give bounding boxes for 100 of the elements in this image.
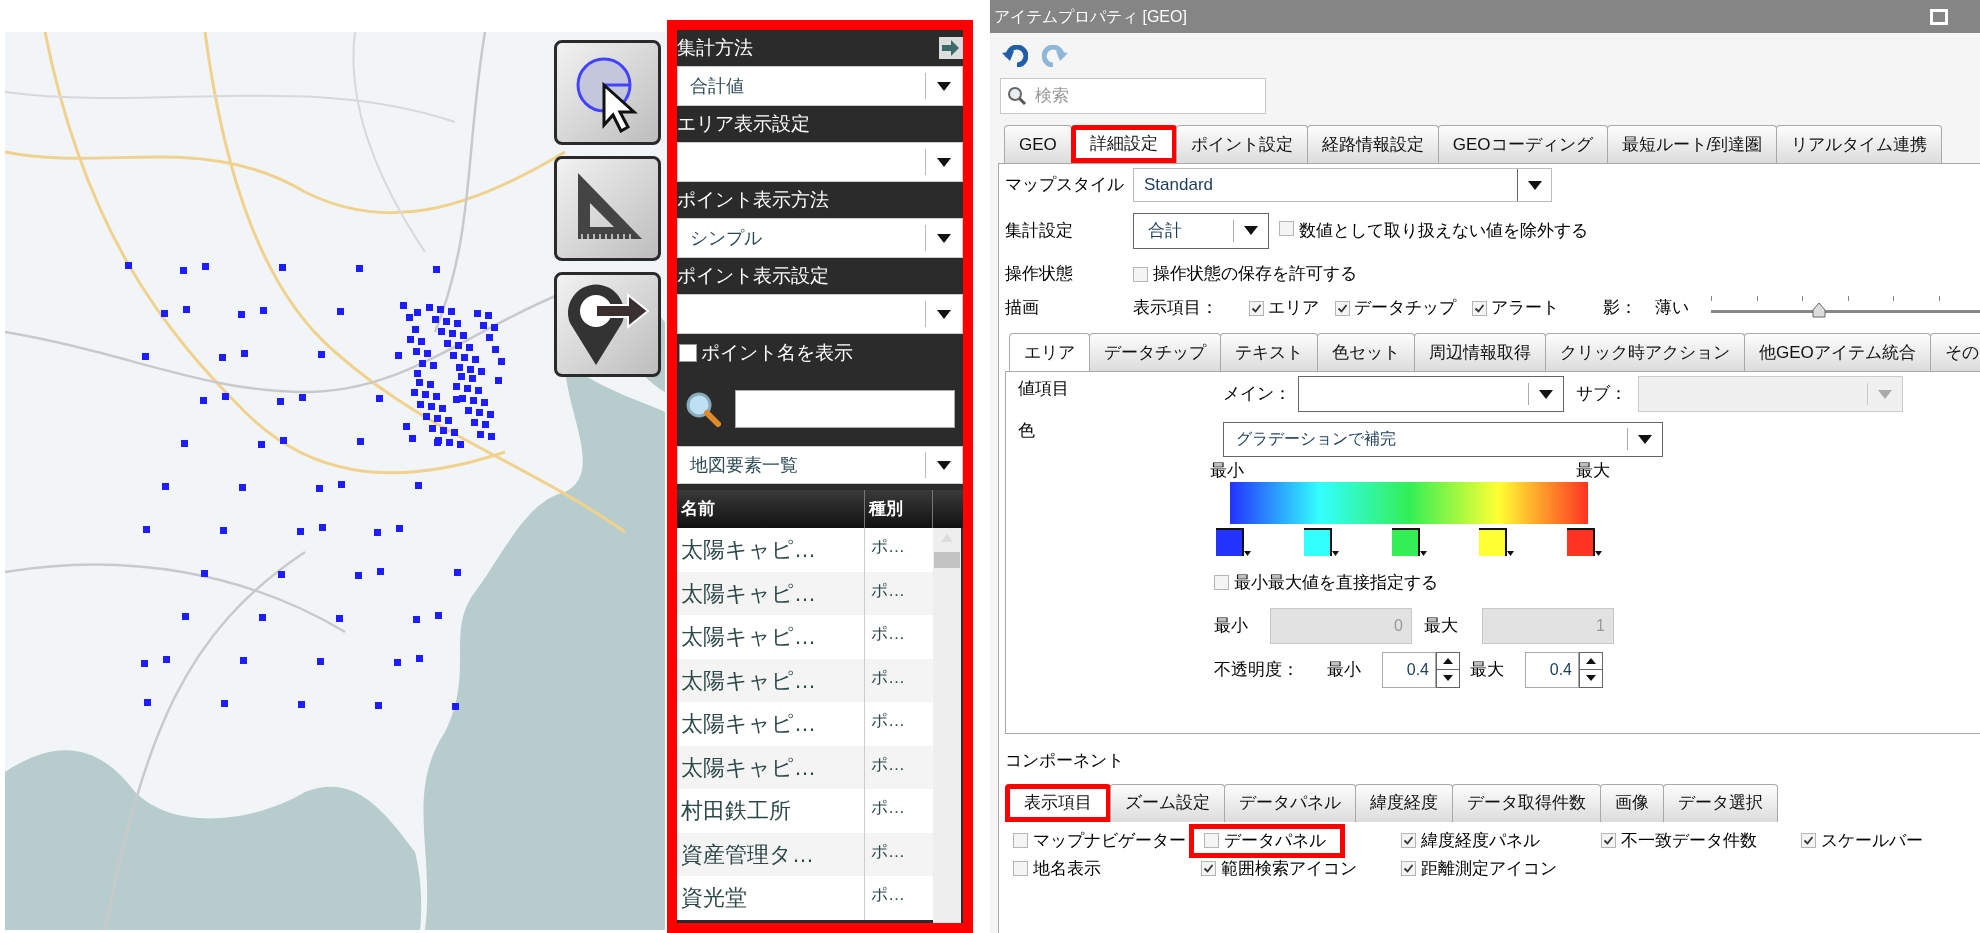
color-swatch[interactable]	[1479, 528, 1508, 556]
tab[interactable]: データ取得件数	[1452, 783, 1601, 822]
setting-label: 描画	[1005, 297, 1040, 320]
checkbox-label: マップナビゲーター	[1033, 829, 1186, 852]
number-field[interactable]: 0.4	[1525, 651, 1579, 688]
color-swatch[interactable]	[1567, 528, 1595, 556]
export-location-button[interactable]	[554, 272, 661, 377]
tab[interactable]: 他GEOアイテム統合	[1744, 333, 1931, 371]
arrow-right-icon	[939, 37, 963, 59]
tab[interactable]: 色セット	[1317, 333, 1415, 371]
dropdown[interactable]: 合計	[1133, 212, 1269, 249]
tab[interactable]: テキスト	[1220, 333, 1318, 371]
checkbox[interactable]	[1335, 300, 1350, 316]
color-swatch[interactable]	[1303, 528, 1332, 556]
select-tool-button[interactable]	[554, 40, 661, 145]
table-cell-text: ポ…	[870, 666, 906, 689]
setting-label: 影：	[1603, 297, 1637, 320]
checkbox[interactable]	[1401, 861, 1416, 876]
scrollbar[interactable]	[933, 528, 961, 923]
spin-buttons[interactable]	[1436, 651, 1460, 688]
dropdown[interactable]: シンプル	[677, 218, 963, 258]
setting-label: メイン：	[1223, 383, 1292, 406]
setting-label: サブ：	[1576, 383, 1628, 406]
slider-thumb[interactable]	[1811, 302, 1826, 318]
gradient-label: 最大	[1576, 460, 1610, 482]
tab[interactable]: 画像	[1600, 783, 1664, 822]
dropdown[interactable]: グラデーションで補完	[1223, 421, 1663, 457]
checkbox[interactable]	[1601, 833, 1616, 848]
tab[interactable]: GEO	[1004, 125, 1072, 163]
checkbox[interactable]	[1201, 861, 1216, 876]
setting-label: 表示項目：	[1133, 297, 1219, 320]
checkbox[interactable]	[1801, 833, 1816, 848]
table-cell: 太陽キャピ…	[677, 702, 865, 746]
checkbox[interactable]	[1401, 833, 1416, 848]
tab[interactable]: クリック時アクション	[1545, 333, 1745, 371]
tab[interactable]: ポイント設定	[1175, 125, 1308, 163]
number-field: 0	[1270, 607, 1412, 644]
tab[interactable]: 経路情報設定	[1306, 125, 1439, 163]
tab[interactable]: 詳細設定	[1070, 125, 1177, 163]
caret-icon	[1595, 551, 1602, 556]
tab[interactable]: 最短ルート/到達圏	[1606, 125, 1778, 163]
checkbox-label: 地名表示	[1033, 857, 1101, 880]
number-field[interactable]: 0.4	[1382, 651, 1436, 688]
maximize-icon[interactable]	[1930, 8, 1948, 25]
checkbox[interactable]	[1013, 833, 1028, 848]
checkbox[interactable]	[1472, 300, 1487, 316]
checkbox[interactable]	[1013, 861, 1028, 876]
tab[interactable]: 表示項目	[1005, 783, 1111, 822]
checkbox-label: データチップ	[1354, 297, 1456, 320]
undo-icon[interactable]	[1002, 44, 1028, 67]
dropdown[interactable]: Standard	[1133, 168, 1552, 202]
color-swatch[interactable]	[1216, 528, 1244, 556]
table-cell-text: ポ…	[870, 884, 906, 906]
tab[interactable]: ズーム設定	[1110, 783, 1225, 822]
tab[interactable]: データパネル	[1224, 783, 1356, 822]
setting-label: 操作状態	[1005, 263, 1074, 286]
caret-icon	[937, 309, 951, 319]
table-cell-text: ポ…	[870, 536, 906, 558]
caret-icon	[1638, 434, 1652, 444]
color-swatch[interactable]	[1391, 528, 1420, 556]
caret-icon	[937, 233, 951, 243]
checkbox[interactable]	[1214, 575, 1229, 591]
table-cell-text: ポ…	[870, 753, 906, 776]
setting-label: 色	[1018, 420, 1036, 442]
setting-label: 不透明度：	[1214, 658, 1300, 681]
setting-label: 値項目	[1018, 378, 1070, 400]
checkbox[interactable]	[679, 344, 697, 362]
checkbox[interactable]	[1249, 300, 1264, 316]
ruler-tool-button[interactable]	[554, 156, 661, 261]
checkbox-label: エリア	[1268, 297, 1319, 320]
spin-buttons[interactable]	[1579, 651, 1603, 688]
checkbox[interactable]	[1204, 833, 1219, 848]
tab[interactable]: エリア	[1009, 333, 1090, 371]
tab[interactable]: 周辺情報取得	[1414, 333, 1546, 371]
checkbox[interactable]	[1133, 266, 1148, 282]
table-cell: 資光堂	[677, 876, 865, 920]
slider-track[interactable]	[1711, 296, 1980, 320]
tab[interactable]: 緯度経度	[1355, 783, 1453, 822]
search-field[interactable]: 検索	[1000, 78, 1266, 114]
tab[interactable]: データチップ	[1089, 333, 1221, 371]
checkbox[interactable]	[1279, 220, 1294, 236]
tab[interactable]: リアルタイム連携	[1776, 125, 1943, 163]
checkbox-label: 最小最大値を直接指定する	[1234, 572, 1438, 594]
tab[interactable]: GEOコーディング	[1437, 125, 1608, 163]
tab[interactable]: データ選択	[1663, 783, 1778, 822]
dropdown[interactable]: 地図要素一覧	[677, 446, 963, 484]
tab[interactable]: その	[1929, 333, 1980, 371]
checkbox-label: 数値として取り扱えない値を除外する	[1299, 219, 1588, 242]
table-cell-text: ポ…	[870, 797, 906, 819]
caret-icon	[1507, 551, 1515, 556]
search-icon	[1007, 86, 1027, 106]
dropdown[interactable]: 合計値	[677, 66, 963, 106]
scroll-thumb[interactable]	[934, 552, 960, 568]
dropdown[interactable]	[1298, 376, 1564, 412]
table-cell-text: ポ…	[870, 623, 906, 645]
field-label: エリア表示設定	[677, 111, 810, 136]
search-field[interactable]	[735, 390, 955, 428]
table-cell-text: ポ…	[870, 710, 906, 732]
caret-icon	[937, 81, 951, 91]
caret-icon	[937, 460, 951, 470]
